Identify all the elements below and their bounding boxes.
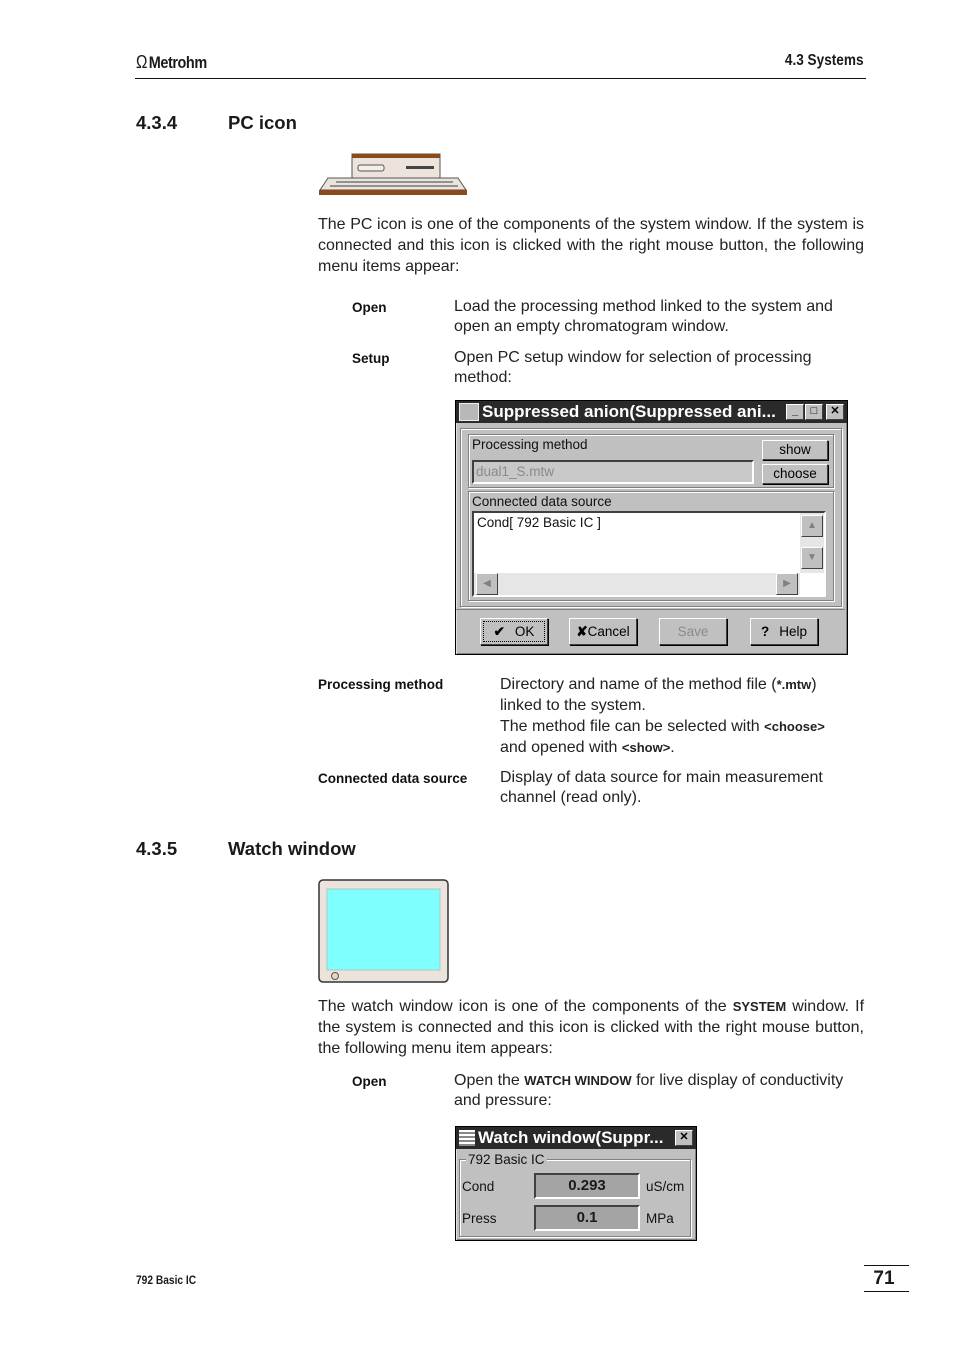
scroll-up-icon[interactable]: ▲ — [801, 515, 823, 537]
cond-unit: uS/cm — [646, 1179, 685, 1194]
page-number: 71 — [873, 1268, 895, 1289]
check-icon: ✔ — [493, 624, 505, 639]
field-desc-processing-method: Directory and name of the method file (*… — [500, 676, 825, 756]
divider — [456, 609, 845, 610]
cond-label: Cond — [462, 1179, 495, 1194]
logo-text: Metrohm — [148, 52, 207, 72]
cancel-button[interactable]: ✘Cancel — [569, 618, 637, 645]
section-number: 4.3.5 — [136, 838, 178, 859]
watch-titlebar: Watch window(Suppr... ✕ — [456, 1127, 696, 1149]
cond-value: 0.293 — [534, 1173, 640, 1199]
maximize-button[interactable]: □ — [805, 404, 823, 420]
menu-term-open: Open — [352, 300, 387, 315]
footer-product: 792 Basic IC — [136, 1273, 197, 1287]
press-unit: MPa — [646, 1211, 674, 1226]
scroll-down-icon[interactable]: ▼ — [801, 547, 823, 569]
show-button[interactable]: show — [762, 440, 828, 460]
field-desc-data-source: Display of data source for main measurem… — [500, 769, 823, 806]
monitor-icon — [318, 879, 449, 983]
watch-intro: The watch window icon is one of the comp… — [318, 998, 865, 1057]
menu-term-setup: Setup — [352, 351, 390, 366]
running-header: 4.3 Systems — [785, 52, 864, 69]
x-icon: ✘ — [576, 624, 588, 639]
data-source-list[interactable]: Cond[ 792 Basic IC ] ▲ ▼ ◀ ▶ — [472, 511, 826, 597]
menu-desc-open: Load the processing method linked to the… — [454, 298, 833, 335]
page-rule-top — [864, 1265, 909, 1266]
menu-term-open: Open — [352, 1074, 387, 1089]
device-group-label: 792 Basic IC — [466, 1152, 547, 1167]
choose-button[interactable]: choose — [762, 464, 828, 484]
field-term-processing-method: Processing method — [318, 677, 444, 692]
section-number: 4.3.4 — [136, 112, 178, 133]
press-value: 0.1 — [534, 1205, 640, 1231]
list-item[interactable]: Cond[ 792 Basic IC ] — [474, 513, 824, 532]
help-button[interactable]: ? Help — [750, 618, 818, 645]
ok-label: OK — [514, 624, 535, 639]
dialog-titlebar: Suppressed anion(Suppressed ani... _ □ ✕ — [456, 401, 847, 423]
scroll-left-icon[interactable]: ◀ — [476, 573, 498, 595]
processing-method-label: Processing method — [472, 437, 588, 452]
field-term-data-source: Connected data source — [318, 771, 468, 786]
pc-setup-dialog: Suppressed anion(Suppressed ani... _ □ ✕… — [455, 400, 848, 655]
dialog-title: Suppressed anion(Suppressed ani... — [482, 402, 776, 421]
processing-method-value: dual1_S.mtw — [476, 464, 555, 479]
close-button[interactable]: ✕ — [826, 404, 844, 420]
press-label: Press — [462, 1211, 497, 1226]
help-label: Help — [779, 624, 807, 639]
ok-button[interactable]: ✔ OK — [480, 618, 548, 645]
metrohm-logo: Ω Metrohm — [136, 52, 207, 73]
list-icon — [459, 1130, 475, 1146]
pc-icon — [319, 153, 467, 195]
scroll-right-icon[interactable]: ▶ — [776, 573, 798, 595]
cancel-label: Cancel — [587, 624, 630, 639]
save-button[interactable]: Save — [659, 618, 727, 645]
data-source-label: Connected data source — [472, 494, 612, 509]
pc-icon-intro: The PC icon is one of the components of … — [318, 216, 864, 275]
page-rule-bottom — [864, 1291, 909, 1292]
horizontal-scrollbar[interactable] — [474, 573, 800, 595]
processing-method-input[interactable]: dual1_S.mtw — [472, 460, 754, 484]
minimize-button[interactable]: _ — [786, 404, 804, 420]
window-app-icon — [459, 403, 479, 421]
watch-window: Watch window(Suppr... ✕ 792 Basic IC Con… — [455, 1126, 697, 1241]
header-rule — [135, 78, 866, 79]
close-button[interactable]: ✕ — [675, 1130, 693, 1146]
menu-desc-setup: Open PC setup window for selection of pr… — [454, 349, 812, 386]
omega-logo-icon: Ω — [136, 52, 148, 72]
question-icon: ? — [760, 624, 770, 639]
section-title: Watch window — [228, 838, 356, 859]
watch-title: Watch window(Suppr... — [478, 1128, 664, 1147]
section-title: PC icon — [228, 112, 297, 133]
menu-desc-open-watch: Open the WATCH WINDOW for live display o… — [454, 1072, 844, 1109]
